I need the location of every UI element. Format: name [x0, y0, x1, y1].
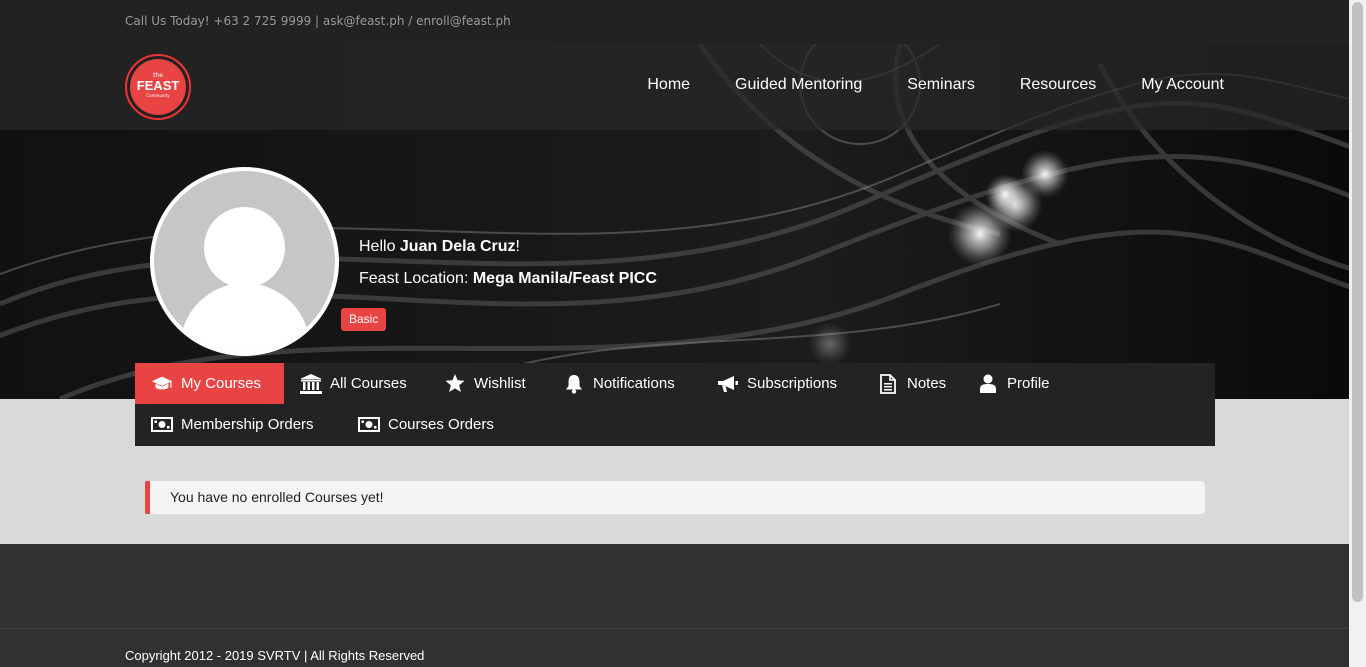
- nav-seminars[interactable]: Seminars: [907, 76, 975, 94]
- nav-resources[interactable]: Resources: [1020, 76, 1096, 94]
- bullhorn-icon: [717, 374, 739, 394]
- tab-label: Notes: [907, 375, 947, 392]
- logo-name-text: FEAST: [136, 78, 180, 93]
- footer-divider: [0, 628, 1349, 629]
- tab-label: Subscriptions: [747, 375, 838, 392]
- account-tabs: My Courses All Courses Wishlist Notifica…: [135, 363, 1215, 446]
- tab-membership-orders[interactable]: Membership Orders: [135, 404, 330, 445]
- tab-profile[interactable]: Profile: [961, 363, 1066, 404]
- tab-notifications[interactable]: Notifications: [547, 363, 691, 404]
- vertical-scrollbar[interactable]: [1349, 0, 1366, 667]
- tab-all-courses[interactable]: All Courses: [284, 363, 423, 404]
- alert-message: You have no enrolled Courses yet!: [170, 489, 384, 505]
- no-courses-alert: You have no enrolled Courses yet!: [145, 481, 1205, 514]
- tab-label: All Courses: [330, 375, 407, 392]
- tab-wishlist[interactable]: Wishlist: [428, 363, 542, 404]
- location-value: Mega Manila/Feast PICC: [472, 270, 657, 287]
- scrollbar-thumb[interactable]: [1352, 2, 1363, 602]
- money-icon: [358, 415, 380, 435]
- tab-label: Profile: [1007, 375, 1050, 392]
- top-bar: Call Us Today! +63 2 725 9999 | ask@feas…: [0, 0, 1349, 44]
- avatar-placeholder: [154, 171, 335, 352]
- bell-icon: [563, 374, 585, 394]
- avatar[interactable]: [150, 167, 339, 356]
- feast-logo[interactable]: the FEAST Community: [125, 54, 191, 120]
- contact-info: Call Us Today! +63 2 725 9999 | ask@feas…: [125, 14, 511, 28]
- tab-label: Wishlist: [474, 375, 526, 392]
- tab-label: My Courses: [181, 375, 262, 392]
- user-icon: [977, 374, 999, 394]
- greeting-prefix: Hello: [359, 238, 400, 255]
- user-name: Juan Dela Cruz: [399, 238, 516, 255]
- logo-disc: the FEAST Community: [130, 59, 186, 115]
- tab-label: Membership Orders: [181, 416, 314, 433]
- nav-home[interactable]: Home: [647, 76, 690, 94]
- copyright-text: Copyright 2012 - 2019 SVRTV | All Rights…: [125, 648, 425, 663]
- avatar-head-shape: [204, 207, 285, 288]
- greeting-suffix: !: [515, 238, 520, 255]
- site-footer: Copyright 2012 - 2019 SVRTV | All Rights…: [0, 544, 1349, 667]
- page: Call Us Today! +63 2 725 9999 | ask@feas…: [0, 0, 1349, 667]
- main-nav: Home Guided Mentoring Seminars Resources…: [647, 76, 1224, 94]
- greeting: Hello Juan Dela Cruz!: [359, 238, 520, 256]
- tab-notes[interactable]: Notes: [861, 363, 962, 404]
- membership-badge: Basic: [341, 308, 387, 331]
- tab-my-courses[interactable]: My Courses: [135, 363, 284, 404]
- tab-label: Notifications: [593, 375, 675, 392]
- avatar-body-shape: [180, 283, 310, 352]
- location-label: Feast Location:: [359, 270, 473, 287]
- money-icon: [151, 415, 173, 435]
- logo-sub-text: Community: [146, 93, 170, 98]
- nav-guided-mentoring[interactable]: Guided Mentoring: [735, 76, 862, 94]
- star-icon: [444, 374, 466, 394]
- graduation-cap-icon: [151, 374, 173, 394]
- institution-icon: [300, 373, 322, 394]
- feast-location: Feast Location: Mega Manila/Feast PICC: [359, 270, 657, 288]
- nav-my-account[interactable]: My Account: [1141, 76, 1224, 94]
- tab-label: Courses Orders: [388, 416, 494, 433]
- tab-courses-orders[interactable]: Courses Orders: [342, 404, 510, 445]
- document-icon: [877, 373, 899, 394]
- tab-subscriptions[interactable]: Subscriptions: [701, 363, 853, 404]
